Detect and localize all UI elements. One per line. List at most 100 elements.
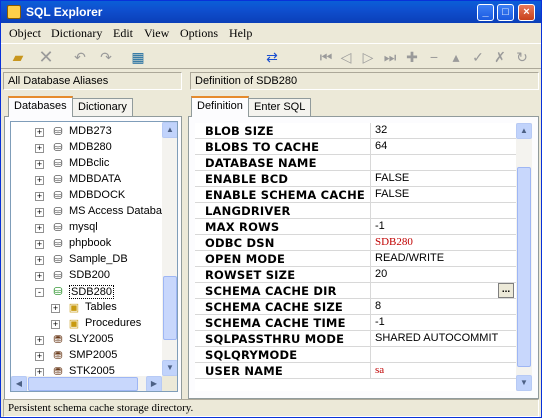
tab-databases[interactable]: Databases xyxy=(8,96,73,117)
insert-icon[interactable]: ✚ xyxy=(403,48,421,66)
property-row[interactable]: SCHEMA CACHE DIR... xyxy=(195,283,516,299)
scroll-thumb[interactable] xyxy=(163,276,177,340)
property-row[interactable]: ODBC DSN SDB280 xyxy=(195,235,516,251)
scroll-up-button[interactable]: ▲ xyxy=(162,122,177,138)
tree-item[interactable]: + ⛁ MDB280 xyxy=(11,140,171,156)
menu-object[interactable]: Object xyxy=(9,26,41,41)
property-row[interactable]: DATABASE NAME xyxy=(195,155,516,171)
refresh-icon[interactable]: ↻ xyxy=(513,48,531,66)
property-value[interactable]: FALSE xyxy=(375,172,409,184)
expand-icon[interactable]: + xyxy=(51,320,60,329)
title-bar[interactable]: SQL Explorer _ □ × xyxy=(1,1,541,23)
tree-item[interactable]: - ⛁ SDB280 xyxy=(11,284,171,300)
last-icon[interactable]: ⏭ xyxy=(381,48,399,66)
menu-view[interactable]: View xyxy=(144,26,169,41)
scroll-right-button[interactable]: ▶ xyxy=(146,376,162,391)
undo-icon[interactable]: ↶ xyxy=(71,48,89,66)
menu-options[interactable]: Options xyxy=(180,26,218,41)
cancel-icon[interactable]: ✗ xyxy=(491,48,509,66)
property-row[interactable]: OPEN MODE READ/WRITE xyxy=(195,251,516,267)
property-row[interactable]: SCHEMA CACHE TIME -1 xyxy=(195,315,516,331)
tree-item[interactable]: + ⛁ phpbook xyxy=(11,236,171,252)
collapse-icon[interactable]: - xyxy=(35,288,44,297)
post-icon[interactable]: ✓ xyxy=(469,48,487,66)
expand-icon[interactable]: + xyxy=(35,256,44,265)
next-icon[interactable]: ▷ xyxy=(359,48,377,66)
tree-item[interactable]: + ⛁ MDBDOCK xyxy=(11,188,171,204)
tab-definition[interactable]: Definition xyxy=(191,96,249,117)
menu-edit[interactable]: Edit xyxy=(113,26,133,41)
grid-scroll-thumb[interactable] xyxy=(517,167,531,367)
expand-icon[interactable]: + xyxy=(35,192,44,201)
property-row[interactable]: BLOBS TO CACHE 64 xyxy=(195,139,516,155)
remove-icon[interactable]: − xyxy=(425,48,443,66)
tab-enter-sql[interactable]: Enter SQL xyxy=(248,98,312,116)
minimize-button[interactable]: _ xyxy=(477,4,494,21)
expand-icon[interactable]: + xyxy=(35,176,44,185)
tree-child-item[interactable]: + ▣ Tables xyxy=(11,300,171,316)
property-value[interactable]: SDB280 xyxy=(375,236,413,248)
tree-item[interactable]: + ⛃ SMP2005 xyxy=(11,348,171,364)
expand-icon[interactable]: + xyxy=(51,304,60,313)
menu-help[interactable]: Help xyxy=(229,26,252,41)
tree-horizontal-scrollbar[interactable]: ◀ ▶ xyxy=(11,376,162,391)
property-value[interactable]: 64 xyxy=(375,140,387,152)
database-tree[interactable]: + ⛁ MDB273 + ⛁ MDB280 + ⛁ MDBclic + ⛁ MDBDATA + ⛁ MDBD… xyxy=(10,121,178,392)
close-button[interactable]: × xyxy=(518,4,535,21)
property-value[interactable]: SHARED AUTOCOMMIT xyxy=(375,332,498,344)
expand-icon[interactable]: + xyxy=(35,336,44,345)
redo-icon[interactable]: ↷ xyxy=(97,48,115,66)
property-value[interactable]: 20 xyxy=(375,268,387,280)
property-row[interactable]: ENABLE SCHEMA CACHE FALSE xyxy=(195,187,516,203)
property-value[interactable]: -1 xyxy=(375,220,385,232)
property-value[interactable]: 32 xyxy=(375,124,387,136)
property-row[interactable]: BLOB SIZE 32 xyxy=(195,123,516,139)
property-value[interactable]: FALSE xyxy=(375,188,409,200)
tree-item[interactable]: + ⛁ mysql xyxy=(11,220,171,236)
property-value[interactable]: -1 xyxy=(375,316,385,328)
property-row[interactable]: SCHEMA CACHE SIZE 8 xyxy=(195,299,516,315)
tab-dictionary[interactable]: Dictionary xyxy=(72,98,133,116)
grid-vertical-scrollbar[interactable]: ▲ ▼ xyxy=(516,123,532,391)
expand-icon[interactable]: + xyxy=(35,224,44,233)
scroll-left-button[interactable]: ◀ xyxy=(11,376,27,391)
grid-scroll-up-button[interactable]: ▲ xyxy=(516,123,532,139)
property-value[interactable]: sa xyxy=(375,364,384,376)
property-row[interactable]: SQLPASSTHRU MODE SHARED AUTOCOMMIT xyxy=(195,331,516,347)
expand-icon[interactable]: + xyxy=(35,160,44,169)
property-row[interactable]: ROWSET SIZE 20 xyxy=(195,267,516,283)
expand-icon[interactable]: + xyxy=(35,144,44,153)
tree-item[interactable]: + ⛁ SDB200 xyxy=(11,268,171,284)
synchronize-icon[interactable]: ⇄ xyxy=(263,48,281,66)
property-row[interactable]: LANGDRIVER xyxy=(195,203,516,219)
expand-icon[interactable]: + xyxy=(35,272,44,281)
scroll-down-button[interactable]: ▼ xyxy=(162,360,177,376)
browse-ellipsis-button[interactable]: ... xyxy=(498,283,514,298)
menu-dictionary[interactable]: Dictionary xyxy=(51,26,102,41)
maximize-button[interactable]: □ xyxy=(497,4,514,21)
expand-icon[interactable]: + xyxy=(35,128,44,137)
tree-item[interactable]: + ⛃ SLY2005 xyxy=(11,332,171,348)
open-folder-icon[interactable]: ▰ xyxy=(9,48,27,66)
grid-scroll-down-button[interactable]: ▼ xyxy=(516,375,532,391)
definition-grid[interactable]: BLOB SIZE 32 BLOBS TO CACHE 64 DATABASE NAME… xyxy=(195,123,516,391)
dbdesk-icon[interactable]: ▦ xyxy=(129,48,147,66)
tree-vertical-scrollbar[interactable]: ▲ ▼ xyxy=(162,122,177,376)
property-row[interactable]: USER NAME sa xyxy=(195,363,516,379)
property-value[interactable]: 8 xyxy=(375,300,381,312)
property-row[interactable]: MAX ROWS -1 xyxy=(195,219,516,235)
hscroll-thumb[interactable] xyxy=(28,377,138,391)
property-value[interactable]: READ/WRITE xyxy=(375,252,444,264)
property-row[interactable]: SQLQRYMODE xyxy=(195,347,516,363)
expand-icon[interactable]: + xyxy=(35,208,44,217)
property-row[interactable]: ENABLE BCD FALSE xyxy=(195,171,516,187)
tree-item[interactable]: + ⛁ MS Access Databa xyxy=(11,204,171,220)
tree-item[interactable]: + ⛁ Sample_DB xyxy=(11,252,171,268)
first-icon[interactable]: ⏮ xyxy=(317,48,335,66)
tree-item[interactable]: + ⛁ MDB273 xyxy=(11,124,171,140)
expand-icon[interactable]: + xyxy=(35,240,44,249)
prior-icon[interactable]: ◁ xyxy=(337,48,355,66)
expand-icon[interactable]: + xyxy=(35,352,44,361)
tree-child-item[interactable]: + ▣ Procedures xyxy=(11,316,171,332)
delete-icon[interactable]: ✕ xyxy=(37,48,55,66)
